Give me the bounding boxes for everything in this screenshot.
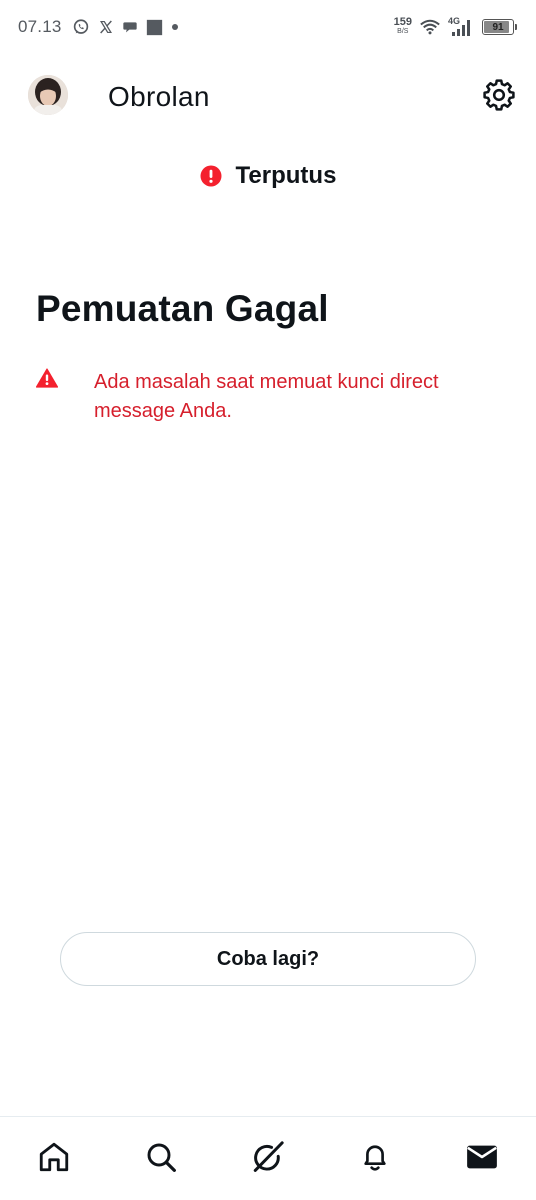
warning-triangle-icon xyxy=(36,368,58,388)
nav-item-search[interactable] xyxy=(131,1127,191,1187)
retry-button-label: Coba lagi? xyxy=(216,947,320,970)
battery-icon: 91 xyxy=(482,19,517,35)
nav-item-messages[interactable] xyxy=(452,1127,512,1187)
signal-icon xyxy=(452,20,470,36)
error-message: Ada masalah saat memuat kunci direct mes… xyxy=(94,371,439,422)
screen: 07.13 159 B/S 4G 91 Obrolan Terputus Pem… xyxy=(0,0,536,1200)
status-time: 07.13 xyxy=(18,17,62,36)
bottom-navigation xyxy=(0,1116,536,1200)
square-app-icon xyxy=(146,19,163,35)
top-app-bar: Obrolan xyxy=(0,60,536,132)
net-speed-value: 159 xyxy=(393,16,412,28)
nav-item-grok[interactable] xyxy=(238,1127,298,1187)
avatar[interactable] xyxy=(28,75,68,115)
grok-icon xyxy=(253,1140,284,1172)
signal-indicator: 4G xyxy=(448,16,474,37)
bell-icon xyxy=(364,1144,386,1171)
nav-item-home[interactable] xyxy=(24,1127,84,1187)
connection-status-label: Terputus xyxy=(235,162,337,189)
x-logo-icon xyxy=(100,20,112,34)
page-title: Obrolan xyxy=(108,81,210,112)
wifi-icon xyxy=(420,19,440,35)
chat-bubble-icon xyxy=(123,22,137,33)
connection-status: Terputus xyxy=(0,158,536,194)
settings-button[interactable] xyxy=(482,78,516,112)
search-icon xyxy=(147,1143,176,1172)
net-speed-unit: B/S xyxy=(397,28,409,35)
dot-icon xyxy=(172,24,178,30)
status-bar: 07.13 159 B/S 4G 91 xyxy=(0,0,536,56)
home-icon xyxy=(39,1142,68,1171)
whatsapp-icon xyxy=(73,19,89,34)
mail-icon xyxy=(467,1145,498,1168)
net-speed: 159 B/S xyxy=(393,16,412,36)
battery-level: 91 xyxy=(492,21,504,33)
error-circle-icon xyxy=(200,165,222,187)
avatar-image xyxy=(28,75,68,115)
system-icons: 159 B/S 4G 91 xyxy=(393,14,517,40)
gear-icon xyxy=(483,79,515,111)
notification-icons xyxy=(72,16,179,38)
nav-item-notifications[interactable] xyxy=(345,1127,405,1187)
retry-button[interactable]: Coba lagi? xyxy=(60,932,476,986)
error-title: Pemuatan Gagal xyxy=(36,288,329,329)
